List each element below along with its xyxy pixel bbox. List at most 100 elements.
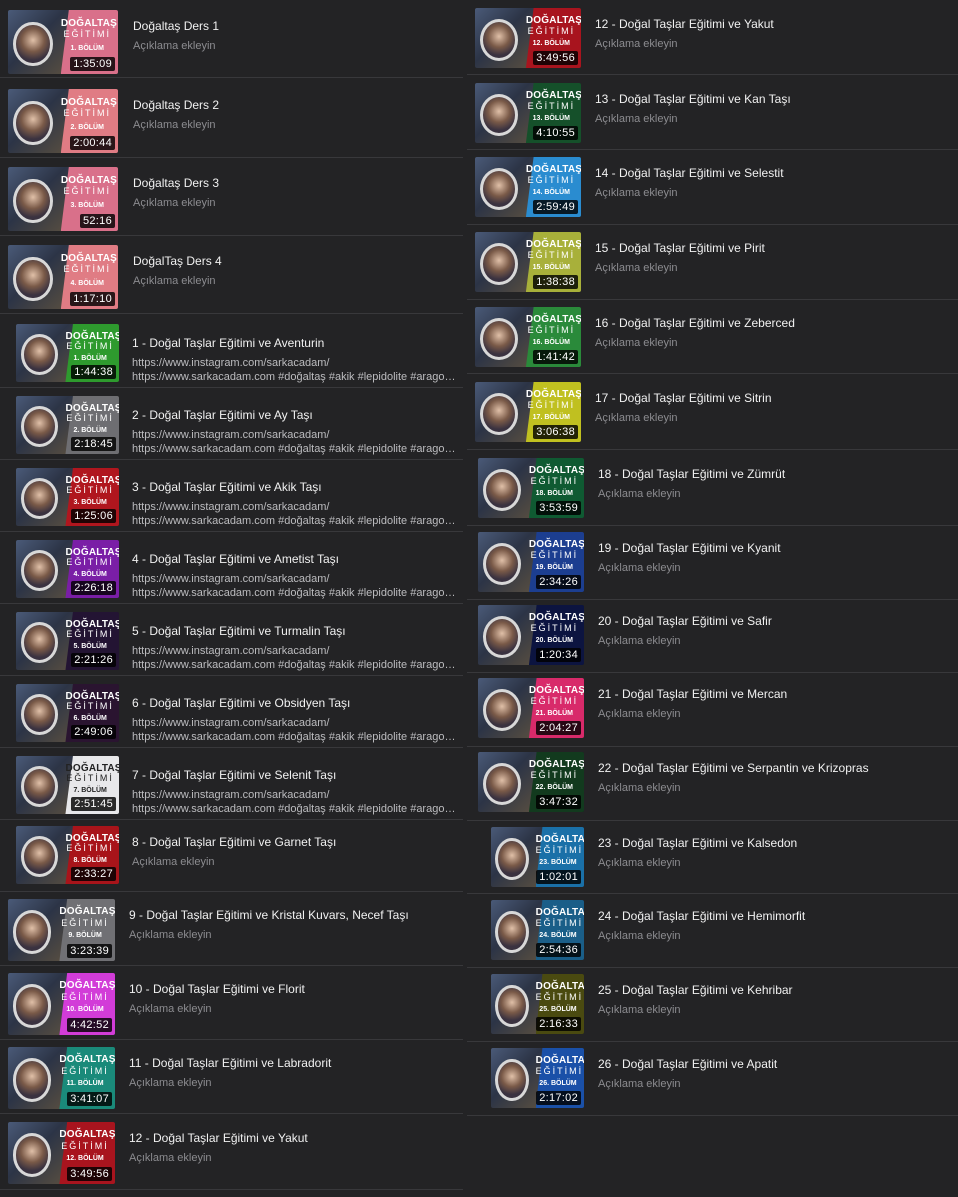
video-title[interactable]: 12 - Doğal Taşlar Eğitimi ve Yakut (129, 1131, 459, 1145)
video-thumbnail[interactable]: DOĞALTAŞ EĞİTİMİ 15. BÖLÜM 1:38:38 (475, 232, 581, 292)
video-title[interactable]: 3 - Doğal Taşlar Eğitimi ve Akik Taşı (132, 480, 459, 494)
add-description-placeholder[interactable]: Açıklama ekleyin (598, 930, 954, 942)
video-thumbnail[interactable]: DOĞALTAŞ EĞİTİMİ 20. BÖLÜM 1:20:34 (478, 605, 584, 665)
video-thumbnail[interactable]: DOĞALTAŞ EĞİTİMİ 14. BÖLÜM 2:59:49 (475, 157, 581, 217)
add-description-placeholder[interactable]: Açıklama ekleyin (595, 38, 954, 50)
video-title[interactable]: 12 - Doğal Taşlar Eğitimi ve Yakut (595, 17, 954, 31)
playlist-item[interactable]: DOĞALTAŞ EĞİTİMİ 2. BÖLÜM 2:00:44 Doğaltaş D… (0, 80, 463, 158)
video-title[interactable]: 4 - Doğal Taşlar Eğitimi ve Ametist Taşı (132, 552, 459, 566)
playlist-item[interactable]: DOĞALTAŞEĞİTİMİ 25. BÖLÜM 2:16:33 25 - Doğa… (467, 968, 958, 1042)
video-thumbnail[interactable]: DOĞALTAŞ EĞİTİMİ 5. BÖLÜM 2:21:26 (16, 612, 119, 670)
playlist-item[interactable]: DOĞALTAŞ EĞİTİMİ 3. BÖLÜM 1:25:06 3 - Doğal … (0, 460, 463, 532)
playlist-item[interactable]: DOĞALTAŞ EĞİTİMİ 2. BÖLÜM 2:18:45 2 - Doğal … (0, 388, 463, 460)
playlist-item[interactable]: DOĞALTAŞ EĞİTİMİ 1. BÖLÜM 1:44:38 1 - Doğal … (0, 316, 463, 388)
video-thumbnail[interactable]: DOĞALTAŞ EĞİTİMİ 19. BÖLÜM 2:34:26 (478, 532, 584, 592)
playlist-item[interactable]: DOĞALTAŞ EĞİTİMİ 1. BÖLÜM 1:35:09 Doğaltaş D… (0, 0, 463, 78)
playlist-item[interactable]: DOĞALTAŞ EĞİTİMİ 10. BÖLÜM 4:42:52 10 - Doğa… (0, 966, 463, 1040)
playlist-item[interactable]: DOĞALTAŞ EĞİTİMİ 18. BÖLÜM 3:53:59 18 - Doğa… (467, 452, 958, 526)
video-title[interactable]: DoğalTaş Ders 4 (133, 254, 459, 268)
video-title[interactable]: 11 - Doğal Taşlar Eğitimi ve Labradorit (129, 1056, 459, 1070)
video-title[interactable]: 26 - Doğal Taşlar Eğitimi ve Apatit (598, 1057, 954, 1071)
video-thumbnail[interactable]: DOĞALTAŞ EĞİTİMİ 4. BÖLÜM 1:17:10 (8, 245, 118, 309)
video-thumbnail[interactable]: DOĞALTAŞEĞİTİMİ 25. BÖLÜM 2:16:33 (491, 974, 584, 1034)
playlist-item[interactable]: DOĞALTAŞ EĞİTİMİ 21. BÖLÜM 2:04:27 21 - Doğa… (467, 673, 958, 747)
playlist-item[interactable]: DOĞALTAŞ EĞİTİMİ 22. BÖLÜM 3:47:32 22 - Doğa… (467, 747, 958, 821)
video-title[interactable]: 15 - Doğal Taşlar Eğitimi ve Pirit (595, 241, 954, 255)
playlist-item[interactable]: DOĞALTAŞEĞİTİMİ 23. BÖLÜM 1:02:01 23 - Doğa… (467, 821, 958, 894)
video-thumbnail[interactable]: DOĞALTAŞ EĞİTİMİ 22. BÖLÜM 3:47:32 (478, 752, 584, 812)
video-thumbnail[interactable]: DOĞALTAŞ EĞİTİMİ 1. BÖLÜM 1:44:38 (16, 324, 119, 382)
playlist-item[interactable]: DOĞALTAŞ EĞİTİMİ 16. BÖLÜM 1:41:42 16 - Doğa… (467, 300, 958, 374)
video-thumbnail[interactable]: DOĞALTAŞ EĞİTİMİ 17. BÖLÜM 3:06:38 (475, 382, 581, 442)
video-thumbnail[interactable]: DOĞALTAŞEĞİTİMİ 26. BÖLÜM 2:17:02 (491, 1048, 584, 1108)
video-thumbnail[interactable]: DOĞALTAŞ EĞİTİMİ 3. BÖLÜM 1:25:06 (16, 468, 119, 526)
video-thumbnail[interactable]: DOĞALTAŞ EĞİTİMİ 7. BÖLÜM 2:51:45 (16, 756, 119, 814)
video-title[interactable]: 7 - Doğal Taşlar Eğitimi ve Selenit Taşı (132, 768, 459, 782)
video-thumbnail[interactable]: DOĞALTAŞEĞİTİMİ 23. BÖLÜM 1:02:01 (491, 827, 584, 887)
video-title[interactable]: 1 - Doğal Taşlar Eğitimi ve Aventurin (132, 336, 459, 350)
add-description-placeholder[interactable]: Açıklama ekleyin (133, 275, 459, 287)
playlist-item[interactable]: DOĞALTAŞ EĞİTİMİ 5. BÖLÜM 2:21:26 5 - Doğal … (0, 604, 463, 676)
video-title[interactable]: 23 - Doğal Taşlar Eğitimi ve Kalsedon (598, 836, 954, 850)
playlist-item[interactable]: DOĞALTAŞ EĞİTİMİ 11. BÖLÜM 3:41:07 11 - Doğa… (0, 1040, 463, 1114)
video-title[interactable]: 21 - Doğal Taşlar Eğitimi ve Mercan (598, 687, 954, 701)
playlist-item[interactable]: DOĞALTAŞ EĞİTİMİ 14. BÖLÜM 2:59:49 14 - Doğa… (467, 150, 958, 225)
add-description-placeholder[interactable]: Açıklama ekleyin (598, 1078, 954, 1090)
video-thumbnail[interactable]: DOĞALTAŞ EĞİTİMİ 8. BÖLÜM 2:33:27 (16, 826, 119, 884)
video-title[interactable]: Doğaltaş Ders 3 (133, 176, 459, 190)
add-description-placeholder[interactable]: Açıklama ekleyin (598, 782, 954, 794)
playlist-item[interactable]: DOĞALTAŞ EĞİTİMİ 7. BÖLÜM 2:51:45 7 - Doğal … (0, 748, 463, 820)
playlist-item[interactable]: DOĞALTAŞEĞİTİMİ 26. BÖLÜM 2:17:02 26 - Doğa… (467, 1042, 958, 1116)
add-description-placeholder[interactable]: Açıklama ekleyin (598, 488, 954, 500)
video-title[interactable]: 24 - Doğal Taşlar Eğitimi ve Hemimorfit (598, 909, 954, 923)
playlist-item[interactable]: DOĞALTAŞ EĞİTİMİ 3. BÖLÜM 52:16 Doğaltaş Der… (0, 158, 463, 236)
video-thumbnail[interactable]: DOĞALTAŞ EĞİTİMİ 3. BÖLÜM 52:16 (8, 167, 118, 231)
add-description-placeholder[interactable]: Açıklama ekleyin (129, 1152, 459, 1164)
add-description-placeholder[interactable]: Açıklama ekleyin (598, 562, 954, 574)
add-description-placeholder[interactable]: Açıklama ekleyin (598, 708, 954, 720)
playlist-item[interactable]: DOĞALTAŞ EĞİTİMİ 8. BÖLÜM 2:33:27 8 - Doğal … (0, 820, 463, 892)
video-title[interactable]: 17 - Doğal Taşlar Eğitimi ve Sitrin (595, 391, 954, 405)
add-description-placeholder[interactable]: Açıklama ekleyin (595, 113, 954, 125)
video-title[interactable]: Doğaltaş Ders 2 (133, 98, 459, 112)
video-title[interactable]: 9 - Doğal Taşlar Eğitimi ve Kristal Kuva… (129, 908, 459, 922)
video-thumbnail[interactable]: DOĞALTAŞ EĞİTİMİ 12. BÖLÜM 3:49:56 (475, 8, 581, 68)
video-thumbnail[interactable]: DOĞALTAŞ EĞİTİMİ 12. BÖLÜM 3:49:56 (8, 1122, 115, 1184)
video-thumbnail[interactable]: DOĞALTAŞ EĞİTİMİ 1. BÖLÜM 1:35:09 (8, 10, 118, 74)
add-description-placeholder[interactable]: Açıklama ekleyin (132, 856, 459, 868)
add-description-placeholder[interactable]: Açıklama ekleyin (595, 412, 954, 424)
video-thumbnail[interactable]: DOĞALTAŞ EĞİTİMİ 21. BÖLÜM 2:04:27 (478, 678, 584, 738)
video-thumbnail[interactable]: DOĞALTAŞEĞİTİMİ 24. BÖLÜM 2:54:36 (491, 900, 584, 960)
playlist-item[interactable]: DOĞALTAŞ EĞİTİMİ 13. BÖLÜM 4:10:55 13 - Doğa… (467, 75, 958, 150)
video-thumbnail[interactable]: DOĞALTAŞ EĞİTİMİ 6. BÖLÜM 2:49:06 (16, 684, 119, 742)
video-title[interactable]: 16 - Doğal Taşlar Eğitimi ve Zeberced (595, 316, 954, 330)
video-title[interactable]: 20 - Doğal Taşlar Eğitimi ve Safir (598, 614, 954, 628)
video-thumbnail[interactable]: DOĞALTAŞ EĞİTİMİ 11. BÖLÜM 3:41:07 (8, 1047, 115, 1109)
playlist-item[interactable]: DOĞALTAŞ EĞİTİMİ 15. BÖLÜM 1:38:38 15 - Doğa… (467, 225, 958, 300)
playlist-item[interactable]: DOĞALTAŞ EĞİTİMİ 12. BÖLÜM 3:49:56 12 - Doğa… (0, 1116, 463, 1190)
add-description-placeholder[interactable]: Açıklama ekleyin (598, 857, 954, 869)
video-title[interactable]: 5 - Doğal Taşlar Eğitimi ve Turmalin Taş… (132, 624, 459, 638)
video-title[interactable]: 14 - Doğal Taşlar Eğitimi ve Selestit (595, 166, 954, 180)
playlist-item[interactable]: DOĞALTAŞ EĞİTİMİ 19. BÖLÜM 2:34:26 19 - Doğa… (467, 526, 958, 600)
video-thumbnail[interactable]: DOĞALTAŞ EĞİTİMİ 13. BÖLÜM 4:10:55 (475, 83, 581, 143)
playlist-item[interactable]: DOĞALTAŞ EĞİTİMİ 17. BÖLÜM 3:06:38 17 - Doğa… (467, 374, 958, 450)
video-thumbnail[interactable]: DOĞALTAŞ EĞİTİMİ 2. BÖLÜM 2:00:44 (8, 89, 118, 153)
video-thumbnail[interactable]: DOĞALTAŞ EĞİTİMİ 10. BÖLÜM 4:42:52 (8, 973, 115, 1035)
video-title[interactable]: 8 - Doğal Taşlar Eğitimi ve Garnet Taşı (132, 835, 459, 849)
video-title[interactable]: 18 - Doğal Taşlar Eğitimi ve Zümrüt (598, 467, 954, 481)
add-description-placeholder[interactable]: Açıklama ekleyin (133, 119, 459, 131)
video-thumbnail[interactable]: DOĞALTAŞ EĞİTİMİ 2. BÖLÜM 2:18:45 (16, 396, 119, 454)
playlist-item[interactable]: DOĞALTAŞ EĞİTİMİ 6. BÖLÜM 2:49:06 6 - Doğal … (0, 676, 463, 748)
video-title[interactable]: 13 - Doğal Taşlar Eğitimi ve Kan Taşı (595, 92, 954, 106)
playlist-item[interactable]: DOĞALTAŞEĞİTİMİ 24. BÖLÜM 2:54:36 24 - Doğa… (467, 894, 958, 968)
video-title[interactable]: 25 - Doğal Taşlar Eğitimi ve Kehribar (598, 983, 954, 997)
add-description-placeholder[interactable]: Açıklama ekleyin (598, 635, 954, 647)
add-description-placeholder[interactable]: Açıklama ekleyin (129, 1003, 459, 1015)
video-title[interactable]: Doğaltaş Ders 1 (133, 19, 459, 33)
playlist-item[interactable]: DOĞALTAŞ EĞİTİMİ 4. BÖLÜM 2:26:18 4 - Doğal … (0, 532, 463, 604)
playlist-item[interactable]: DOĞALTAŞ EĞİTİMİ 4. BÖLÜM 1:17:10 DoğalTaş D… (0, 236, 463, 314)
video-title[interactable]: 6 - Doğal Taşlar Eğitimi ve Obsidyen Taş… (132, 696, 459, 710)
add-description-placeholder[interactable]: Açıklama ekleyin (598, 1004, 954, 1016)
add-description-placeholder[interactable]: Açıklama ekleyin (595, 337, 954, 349)
